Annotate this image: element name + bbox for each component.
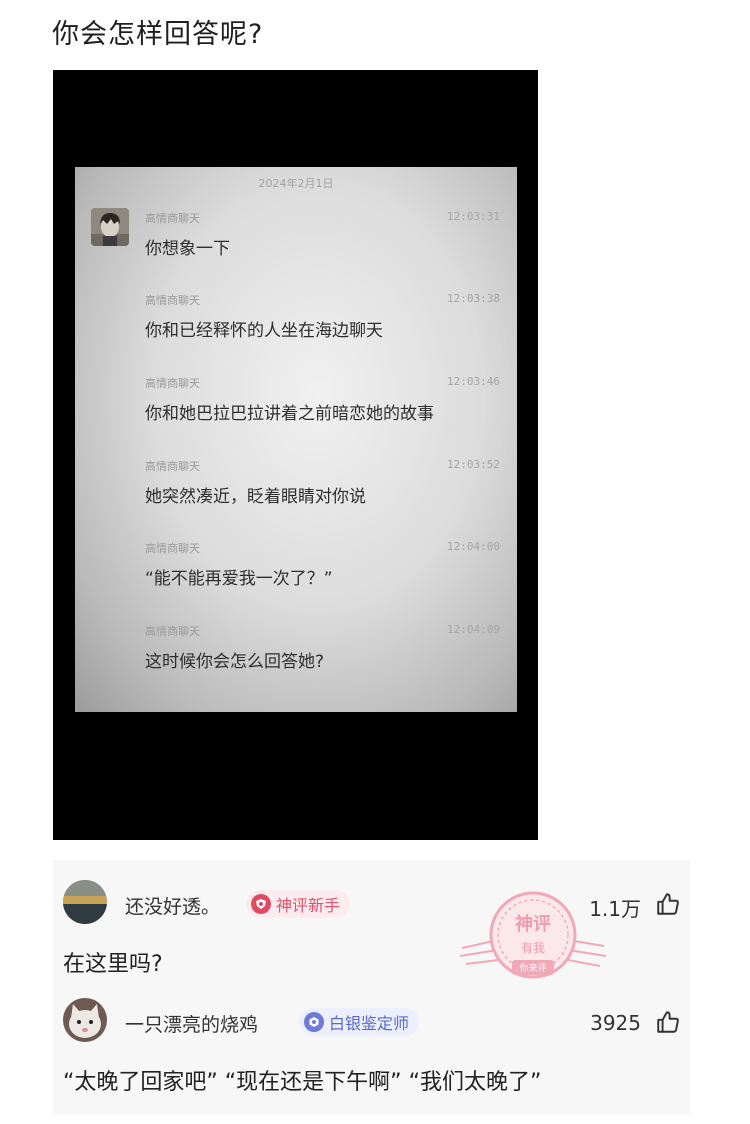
message-sender: 高情商聊天: [145, 212, 200, 225]
like-count: 3925: [590, 1011, 641, 1035]
medal-badge-icon: [304, 1012, 324, 1032]
comment-text: 在这里吗?: [63, 952, 163, 977]
comment-username[interactable]: 一只漂亮的烧鸡: [125, 1010, 258, 1037]
message-sender: 高情商聊天: [145, 294, 200, 307]
thumbs-up-icon[interactable]: [655, 1009, 681, 1035]
message-text: 你和已经释怀的人坐在海边聊天: [145, 321, 383, 341]
chat-screenshot: 2024年2月1日 高情商聊天 12:03:31 你想象一下 高情商聊天 12:…: [75, 167, 517, 712]
message-text: “能不能再爱我一次了？”: [145, 569, 333, 589]
badge-label: 白银鉴定师: [329, 1014, 410, 1033]
stamp-text: 你来评: [519, 962, 546, 974]
status-badge[interactable]: 白银鉴定师: [299, 1008, 420, 1036]
avatar[interactable]: [63, 880, 107, 924]
message-sender: 高情商聊天: [145, 460, 200, 473]
message-sender: 高情商聊天: [145, 542, 200, 555]
chat-date: 2024年2月1日: [258, 177, 334, 190]
post-title: 你会怎样回答呢?: [52, 19, 264, 50]
post-image[interactable]: 2024年2月1日 高情商聊天 12:03:31 你想象一下 高情商聊天 12:…: [53, 70, 538, 840]
message-text: 这时候你会怎么回答她?: [145, 652, 325, 672]
message-time: 12:04:09: [447, 623, 500, 636]
message-time: 12:03:46: [447, 375, 500, 388]
comment-section: 还没好透。 神评新手 神评 有我 你来评 1.1万 在这里吗? 一只漂亮的烧鸡 …: [53, 860, 690, 1115]
thumbs-up-icon[interactable]: [655, 891, 681, 917]
stamp-text: 神评: [515, 913, 551, 935]
comment-text: “太晚了回家吧” “现在还是下午啊” “我们太晚了”: [63, 1070, 542, 1095]
message-text: 她突然凑近，眨着眼睛对你说: [145, 487, 366, 507]
comment-username[interactable]: 还没好透。: [125, 892, 220, 919]
badge-label: 神评新手: [276, 896, 341, 915]
message-sender: 高情商聊天: [145, 625, 200, 638]
message-time: 12:03:31: [447, 210, 500, 223]
message-time: 12:03:52: [447, 458, 500, 471]
avatar[interactable]: [63, 998, 107, 1042]
message-text: 你想象一下: [145, 239, 230, 259]
message-text: 你和她巴拉巴拉讲着之前暗恋她的故事: [145, 404, 434, 424]
message-time: 12:04:00: [447, 540, 500, 553]
chat-avatar: [91, 208, 129, 246]
stamp-text: 有我: [521, 941, 545, 955]
like-count: 1.1万: [589, 897, 641, 921]
message-sender: 高情商聊天: [145, 377, 200, 390]
status-badge[interactable]: 神评新手: [246, 890, 351, 918]
message-time: 12:03:38: [447, 292, 500, 305]
shield-badge-icon: [251, 894, 271, 914]
